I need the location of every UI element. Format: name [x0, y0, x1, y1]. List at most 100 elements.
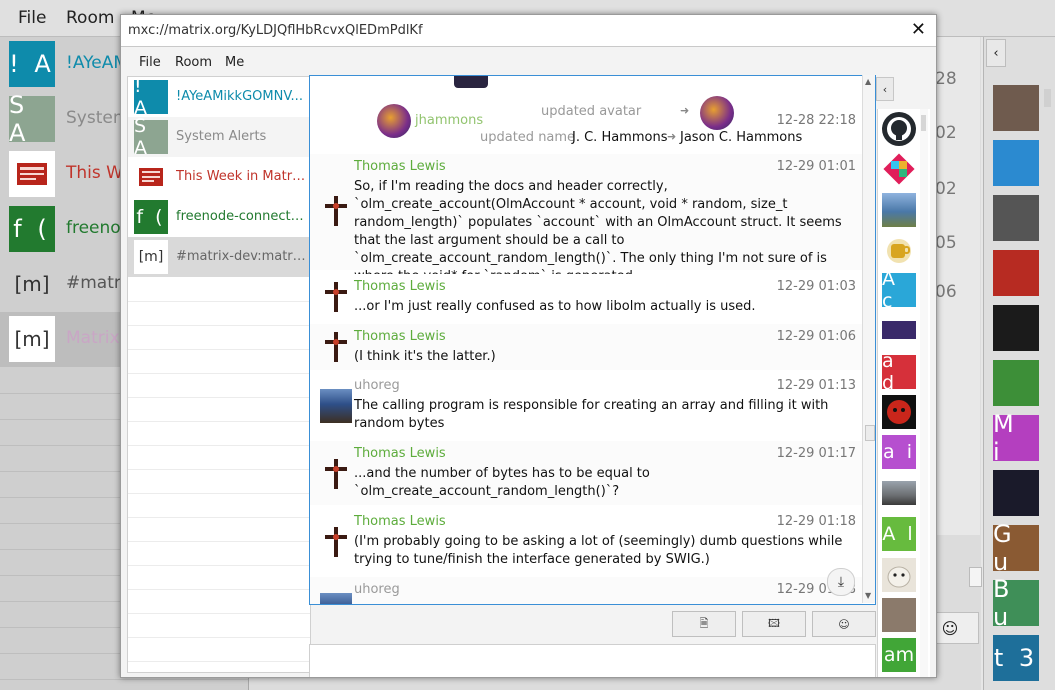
room-list: ! A !AYeAMikkGOMNV... S A System Alerts …: [127, 75, 311, 673]
member-avatar[interactable]: [882, 558, 916, 592]
member-avatar[interactable]: [993, 360, 1039, 406]
member-scrollbar[interactable]: [920, 109, 928, 677]
sender-name[interactable]: Thomas Lewis: [354, 514, 446, 529]
bg-menu-room[interactable]: Room: [66, 8, 114, 28]
new-avatar: [700, 96, 734, 130]
member-avatar[interactable]: [993, 250, 1039, 296]
cross-avatar-icon[interactable]: [320, 280, 352, 314]
bg-room-avatar: ! A: [9, 41, 55, 87]
bg-room-name: Matrix: [66, 328, 120, 348]
member-avatar[interactable]: [882, 481, 916, 505]
bg-room-name: This W: [66, 163, 123, 183]
empty-row: [128, 637, 310, 662]
menu-file[interactable]: File: [139, 55, 161, 70]
emoji-button[interactable]: ☺: [812, 611, 876, 637]
empty-row: [128, 277, 310, 302]
message: Thomas Lewis 12-29 01:03 ...or I'm just …: [310, 274, 862, 320]
send-file-button[interactable]: 🗎: [672, 611, 736, 637]
member-avatar[interactable]: [882, 395, 916, 429]
image-viewer-window: mxc://matrix.org/KyLDJQflHbRcvxQlEDmPdlK…: [120, 14, 937, 678]
scroll-to-bottom-icon[interactable]: ⤓: [827, 568, 855, 596]
member-avatar[interactable]: B u: [993, 575, 1039, 631]
room-item[interactable]: ! A !AYeAMikkGOMNV...: [128, 75, 310, 119]
collapse-members-icon[interactable]: ‹: [876, 77, 894, 101]
empty-row: [128, 325, 310, 350]
bg-member-scroll-thumb[interactable]: [1044, 89, 1051, 107]
member-avatar[interactable]: am: [882, 638, 916, 672]
member-avatar[interactable]: [993, 195, 1039, 241]
message-timeline[interactable]: jhammons updated avatar ➜ updated name J…: [309, 75, 876, 605]
empty-row: [128, 445, 310, 470]
empty-row: [128, 421, 310, 446]
sender-name[interactable]: Thomas Lewis: [354, 446, 446, 461]
timestamp: 12-29 01:03: [776, 279, 856, 294]
user-avatar[interactable]: [320, 593, 352, 604]
scroll-up-icon[interactable]: ▲: [865, 77, 871, 86]
bg-collapse-button[interactable]: ‹: [986, 39, 1006, 67]
sender-name[interactable]: jhammons: [415, 113, 483, 128]
empty-row: [128, 613, 310, 638]
member-avatar[interactable]: t 3: [993, 635, 1039, 681]
bg-timestamp-fragment: 05: [935, 233, 957, 253]
message: uhoreg 12-29 01:18: [310, 577, 862, 604]
bg-scroll-thumb[interactable]: [969, 567, 982, 587]
empty-row: [128, 541, 310, 566]
empty-row: [128, 589, 310, 614]
cross-avatar-icon[interactable]: [320, 457, 352, 491]
member-avatar[interactable]: [882, 193, 916, 227]
member-avatar[interactable]: [882, 321, 916, 339]
menu-me[interactable]: Me: [225, 55, 244, 70]
sender-name[interactable]: Thomas Lewis: [354, 329, 446, 344]
event-action-name: updated name: [480, 130, 576, 145]
room-name: freenode-connect (...: [176, 209, 306, 224]
room-item-selected[interactable]: [m] #matrix-dev:matrix...: [128, 237, 310, 277]
member-avatar[interactable]: a d: [882, 355, 916, 389]
bg-menu-file[interactable]: File: [18, 8, 46, 28]
sender-name[interactable]: Thomas Lewis: [354, 159, 446, 174]
window-titlebar: mxc://matrix.org/KyLDJQflHbRcvxQlEDmPdlK…: [121, 15, 936, 47]
matrix-logo-icon: [m]: [134, 240, 168, 274]
coffee-icon[interactable]: [882, 233, 916, 267]
cross-avatar-icon[interactable]: [320, 194, 352, 228]
menu-room[interactable]: Room: [175, 55, 212, 70]
user-avatar[interactable]: [320, 389, 352, 423]
member-avatar[interactable]: A l: [882, 517, 916, 551]
empty-row: [128, 469, 310, 494]
member-avatar[interactable]: a i: [882, 435, 916, 469]
user-avatar[interactable]: [377, 104, 411, 138]
message: Thomas Lewis 12-29 01:06 (I think it's t…: [310, 324, 862, 370]
member-avatar[interactable]: [993, 140, 1039, 186]
message: Thomas Lewis 12-29 01:18 (I'm probably g…: [310, 509, 862, 573]
timeline-scrollbar[interactable]: ▲ ▼: [862, 75, 875, 603]
member-avatar[interactable]: [993, 85, 1039, 131]
close-icon[interactable]: ✕: [911, 19, 926, 40]
member-avatar[interactable]: [993, 305, 1039, 351]
scroll-thumb[interactable]: [865, 425, 875, 441]
sender-name[interactable]: uhoreg: [354, 582, 400, 597]
sender-name[interactable]: Thomas Lewis: [354, 279, 446, 294]
member-avatar[interactable]: M i: [993, 410, 1039, 466]
member-avatar[interactable]: [993, 470, 1039, 516]
room-item[interactable]: S A System Alerts: [128, 115, 310, 159]
message: Thomas Lewis 12-29 01:17 ...and the numb…: [310, 441, 862, 505]
message: uhoreg 12-29 01:13 The calling program i…: [310, 373, 862, 437]
member-avatar[interactable]: G u: [993, 520, 1039, 576]
member-avatar[interactable]: A c: [882, 273, 916, 307]
state-event: jhammons updated avatar ➜ updated name J…: [310, 96, 862, 152]
send-image-button[interactable]: 🖾: [742, 611, 806, 637]
message-body: (I think it's the latter.): [354, 349, 496, 364]
room-item[interactable]: This Week in Matri...: [128, 157, 310, 197]
cross-avatar-icon[interactable]: [320, 525, 352, 559]
sender-name[interactable]: uhoreg: [354, 378, 400, 393]
cross-avatar-icon[interactable]: [320, 330, 352, 364]
member-avatar[interactable]: [882, 598, 916, 632]
scroll-down-icon[interactable]: ▼: [865, 591, 871, 600]
empty-row: [128, 517, 310, 542]
room-item[interactable]: f ( freenode-connect (...: [128, 197, 310, 237]
room-name: !AYeAMikkGOMNV...: [176, 89, 303, 104]
member-scroll-thumb[interactable]: [921, 115, 926, 131]
message-input[interactable]: [309, 644, 876, 677]
slack-icon[interactable]: [882, 152, 916, 186]
github-icon[interactable]: [882, 112, 916, 146]
room-avatar: ! A: [134, 75, 168, 119]
